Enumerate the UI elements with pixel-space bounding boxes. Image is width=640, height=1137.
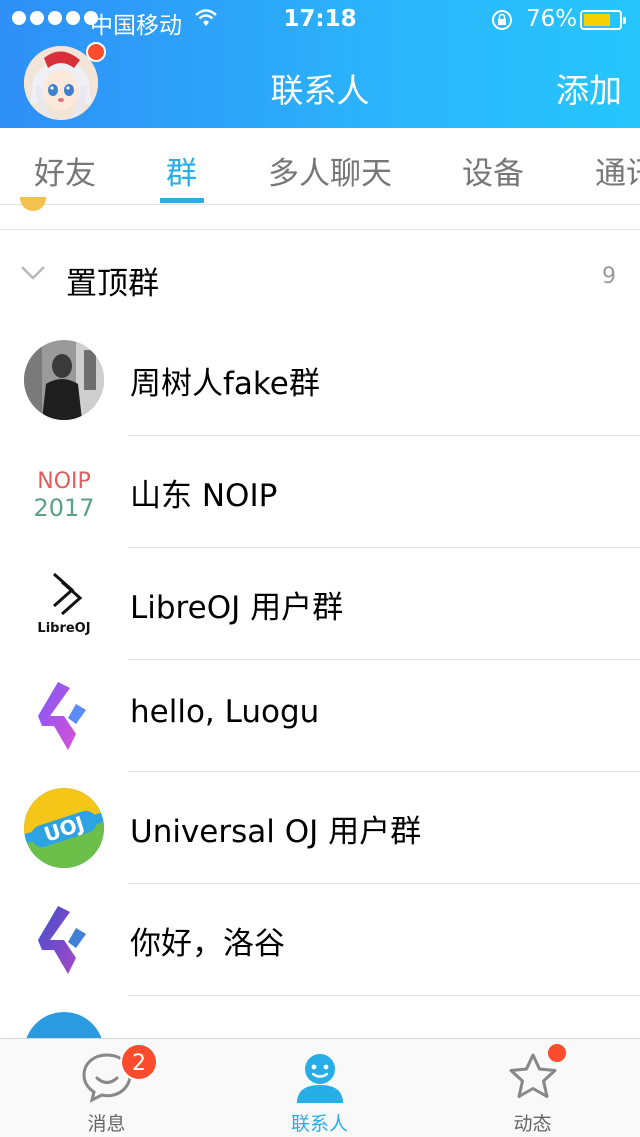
group-row[interactable]: hello, Luogu xyxy=(0,660,640,772)
noip-logo-year: 2017 xyxy=(33,494,94,522)
rotation-lock-icon xyxy=(492,10,512,30)
section-count: 9 xyxy=(602,264,616,289)
noip-2017-logo: NOIP 2017 xyxy=(24,452,104,532)
add-button[interactable]: 添加 xyxy=(556,64,622,112)
tab-friends[interactable]: 好友 xyxy=(34,148,96,193)
group-name: Universal OJ 用户群 xyxy=(130,814,422,850)
contacts-person-icon xyxy=(296,1054,343,1103)
nav-contacts[interactable]: 联系人 xyxy=(213,1039,426,1137)
tab-multi-chat[interactable]: 多人聊天 xyxy=(268,148,392,193)
uoj-logo: UOJ xyxy=(24,788,104,868)
battery-percent: 76% xyxy=(526,6,578,32)
status-bar: 中国移动 17:18 76% xyxy=(0,0,640,40)
photo-avatar xyxy=(24,340,104,420)
battery-nub xyxy=(623,17,626,24)
group-row[interactable]: 周树人fake群 xyxy=(0,324,640,436)
avatar-notification-dot xyxy=(86,42,106,62)
active-tab-indicator xyxy=(160,198,204,203)
tab-devices[interactable]: 设备 xyxy=(462,148,524,193)
luogu-logo xyxy=(24,676,104,756)
page-title: 联系人 xyxy=(270,71,370,110)
battery-icon xyxy=(580,10,626,30)
group-row[interactable]: 你好，洛谷 xyxy=(0,884,640,996)
nav-label: 消息 xyxy=(87,1113,126,1135)
group-row-partial[interactable] xyxy=(0,996,640,1038)
nav-label: 动态 xyxy=(513,1113,552,1135)
nav-moments[interactable]: 动态 xyxy=(426,1039,639,1137)
unread-badge: 2 xyxy=(120,1043,158,1081)
battery-fill xyxy=(584,14,610,26)
gear-avatar-icon xyxy=(24,1012,104,1038)
tab-groups[interactable]: 群 xyxy=(166,148,197,193)
luogu-logo xyxy=(24,900,104,980)
section-title: 置顶群 xyxy=(66,266,159,302)
bottom-tab-bar: 2 消息 联系人 动态 xyxy=(0,1038,640,1137)
chevron-down-icon xyxy=(21,266,45,280)
nav-label: 联系人 xyxy=(290,1113,348,1135)
previous-list-item xyxy=(0,197,640,230)
header: 中国移动 17:18 76% 联系人 添加 xyxy=(0,0,640,128)
contact-tabs: 好友 群 多人聊天 设备 通讯录 xyxy=(0,128,640,205)
group-name: 山东 NOIP xyxy=(130,478,278,514)
tab-address-book[interactable]: 通讯录 xyxy=(595,148,640,193)
group-row[interactable]: UOJ Universal OJ 用户群 xyxy=(0,772,640,884)
group-name: 周树人fake群 xyxy=(130,366,320,402)
noip-logo-text: NOIP xyxy=(37,469,91,494)
group-name: 你好，洛谷 xyxy=(130,926,285,962)
nav-messages[interactable]: 2 消息 xyxy=(0,1039,213,1137)
group-name: LibreOJ 用户群 xyxy=(130,590,344,626)
partial-avatar xyxy=(20,197,46,211)
moments-notification-dot xyxy=(548,1044,566,1062)
libreoj-logo: LibreOJ xyxy=(24,564,104,644)
group-row[interactable]: LibreOJ LibreOJ 用户群 xyxy=(0,548,640,660)
group-name: hello, Luogu xyxy=(130,694,320,730)
pinned-groups-section[interactable]: 置顶群 9 xyxy=(0,230,640,324)
group-row[interactable]: NOIP 2017 山东 NOIP xyxy=(0,436,640,548)
libreoj-logo-text: LibreOJ xyxy=(37,621,90,636)
